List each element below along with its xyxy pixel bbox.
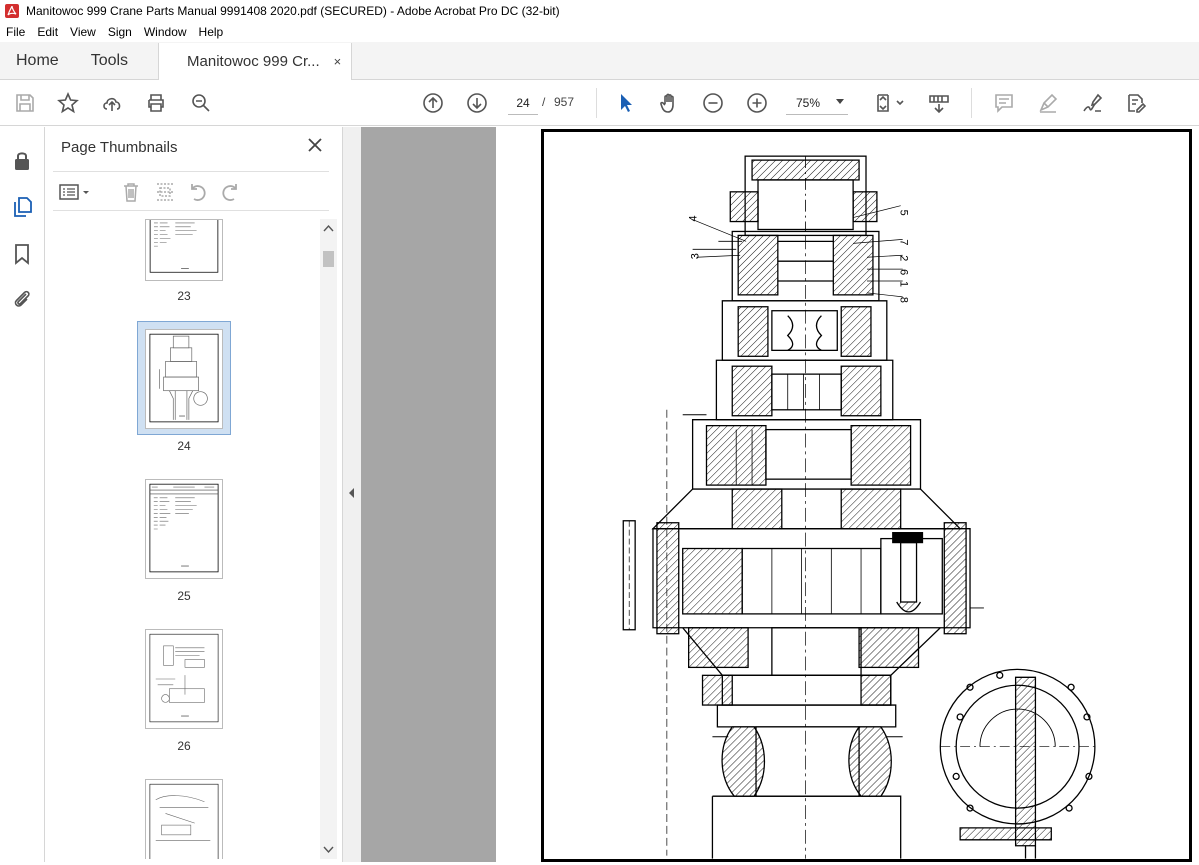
menu-help[interactable]: Help <box>193 25 230 39</box>
close-panel-icon[interactable] <box>305 135 325 155</box>
callout-label: 7 <box>898 239 910 245</box>
menu-bar: File Edit View Sign Window Help <box>0 22 1199 42</box>
callout-label: 2 <box>898 255 910 261</box>
tab-tools[interactable]: Tools <box>75 42 144 79</box>
callout-label: 1 <box>898 281 910 287</box>
page-number-input[interactable]: 24 <box>508 91 538 115</box>
comment-icon[interactable] <box>991 90 1017 116</box>
rotate-counterclockwise-icon[interactable] <box>185 180 209 204</box>
extract-page-icon[interactable] <box>153 180 177 204</box>
page-preview <box>149 333 219 423</box>
next-page-icon[interactable] <box>464 90 490 116</box>
highlight-pen-icon[interactable] <box>1035 90 1061 116</box>
workspace-background <box>361 127 496 862</box>
edit-pdf-icon[interactable] <box>1123 90 1149 116</box>
page-thumbnails-panel: Page Thumbnails 23 24 25 26 <box>45 127 343 862</box>
callout-label: 5 <box>898 210 910 216</box>
thumbnail-page[interactable] <box>145 219 223 281</box>
save-icon[interactable] <box>12 90 38 116</box>
lock-icon[interactable] <box>10 149 34 173</box>
delete-page-icon[interactable] <box>119 180 143 204</box>
thumbnail-page[interactable] <box>145 629 223 729</box>
window-title: Manitowoc 999 Crane Parts Manual 9991408… <box>26 4 560 18</box>
thumbnail-options-icon[interactable] <box>57 180 93 204</box>
draw-sign-icon[interactable] <box>1079 90 1105 116</box>
thumbnail-scrollbar[interactable] <box>320 219 337 859</box>
callout-label: 8 <box>898 297 910 303</box>
thumbnail-page[interactable] <box>145 779 223 859</box>
thumbnail-page-number: 26 <box>177 739 191 753</box>
print-icon[interactable] <box>143 90 169 116</box>
hand-tool-icon[interactable] <box>656 90 682 116</box>
acrobat-logo-icon <box>5 4 19 18</box>
menu-file[interactable]: File <box>0 25 31 39</box>
page-preview <box>149 783 219 859</box>
thumbnail-page-number: 24 <box>177 439 191 453</box>
page-separator: / <box>542 95 546 109</box>
callout-label: 4 <box>688 215 700 221</box>
page-thumbnails-icon[interactable] <box>10 195 34 219</box>
panel-title: Page Thumbnails <box>61 139 178 156</box>
thumbnail-tools <box>53 171 329 211</box>
bookmark-star-icon[interactable] <box>55 90 81 116</box>
thumbnail-page-selected[interactable] <box>145 329 223 429</box>
attachments-paperclip-icon[interactable] <box>10 287 34 311</box>
page-count: 957 <box>554 95 575 109</box>
tab-bar: Home Tools Manitowoc 999 Cr... × <box>0 42 1199 80</box>
toolbar-divider <box>596 88 597 118</box>
upload-cloud-icon[interactable] <box>99 90 125 116</box>
zoom-in-icon[interactable] <box>744 90 770 116</box>
page-preview <box>149 483 219 573</box>
chevron-down-icon <box>836 99 844 104</box>
zoom-level-select[interactable]: 75% <box>786 91 848 115</box>
zoom-search-icon[interactable] <box>188 90 214 116</box>
page-preview <box>149 220 219 273</box>
fit-page-icon[interactable] <box>872 90 908 116</box>
tab-document[interactable]: Manitowoc 999 Cr... × <box>158 43 353 80</box>
previous-page-icon[interactable] <box>420 90 446 116</box>
menu-window[interactable]: Window <box>138 25 193 39</box>
thumbnail-page-number: 25 <box>177 589 191 603</box>
toolbar-divider <box>971 88 972 118</box>
close-tab-icon[interactable]: × <box>334 54 342 69</box>
thumbnail-page-number: 23 <box>177 289 191 303</box>
left-rail <box>0 127 45 862</box>
thumbnail-page[interactable] <box>145 479 223 579</box>
pdf-page: 4 5 3 7 2 6 1 8 <box>541 129 1192 862</box>
zoom-level-value: 75% <box>796 95 821 110</box>
menu-view[interactable]: View <box>64 25 102 39</box>
page-preview <box>149 633 219 723</box>
callout-label: 3 <box>690 253 702 259</box>
callout-label: 6 <box>898 269 910 275</box>
zoom-out-icon[interactable] <box>700 90 726 116</box>
chevron-left-icon <box>349 488 354 498</box>
title-bar: Manitowoc 999 Crane Parts Manual 9991408… <box>0 0 1199 22</box>
crane-drawing: 4 5 3 7 2 6 1 8 <box>622 155 1099 859</box>
panel-collapse-handle[interactable] <box>343 127 361 862</box>
rotate-clockwise-icon[interactable] <box>219 180 243 204</box>
select-cursor-icon[interactable] <box>613 90 639 116</box>
tab-document-label: Manitowoc 999 Cr... <box>187 53 320 70</box>
bookmarks-icon[interactable] <box>10 242 34 266</box>
thumbnail-list: 23 24 25 26 <box>53 219 319 859</box>
main-toolbar: 24 / 957 75% <box>0 80 1199 126</box>
scroll-mode-icon[interactable] <box>926 90 952 116</box>
tab-home[interactable]: Home <box>0 42 75 79</box>
menu-edit[interactable]: Edit <box>31 25 64 39</box>
menu-sign[interactable]: Sign <box>102 25 138 39</box>
